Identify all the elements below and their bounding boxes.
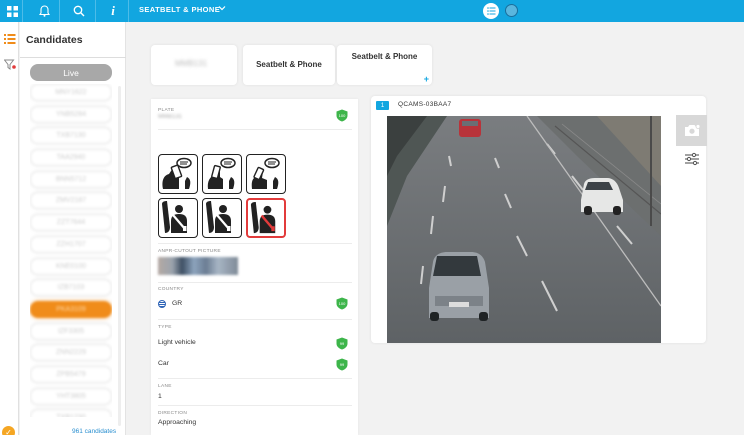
filter-icon[interactable] [4,59,16,71]
candidate-item[interactable]: ZNN2229 [30,344,112,362]
flag-icon [158,300,166,308]
tab-plate[interactable]: MMB131 [151,45,237,85]
tab-seatbelt-phone[interactable]: Seatbelt & Phone [243,45,335,85]
candidate-item[interactable]: ZZT7644 [30,214,112,232]
bell-icon[interactable] [36,3,52,19]
camera-panel: 1 QCAMS-03BAA7 [371,96,707,343]
confidence-shield-icon: 99 [336,358,348,371]
candidates-panel: Candidates Live MNY1622 YNB5284 TXB7130 TAA… [20,22,126,435]
candidate-item[interactable]: IZF3305 [30,322,112,340]
type-value-1: Light vehicle [158,339,196,346]
phone-hand-icon [246,154,286,194]
app-logo-icon: ✓ [2,426,15,435]
candidate-item[interactable]: ZZH1707 [30,235,112,253]
topbar-divider [128,0,129,22]
seatbelt-alert-icon [246,198,286,238]
sliders-icon[interactable] [684,152,700,166]
candidate-item[interactable]: TAA2940 [30,149,112,167]
candidate-item[interactable]: YHT3805 [30,387,112,405]
lane-value: 1 [158,393,162,400]
scrollbar[interactable] [118,86,121,426]
lane-label: LANE [158,384,172,389]
candidates-title: Candidates [26,34,83,46]
country-value: GR [172,300,183,307]
camera-image[interactable] [387,116,661,343]
camera-badge: 1 [376,101,389,110]
phone-hand-icon [202,154,242,194]
tab-label: Seatbelt & Phone [256,60,322,69]
plate-score: 100 [339,113,346,118]
seatbelt-icon [202,198,242,238]
type-score-1: 99 [340,341,345,346]
topbar-divider [22,0,23,22]
candidate-item[interactable]: ZMV2187 [30,192,112,210]
plate-value: MMB131 [158,114,183,120]
topbar-divider [59,0,60,22]
divider [158,319,352,320]
list-icon[interactable] [4,33,16,45]
candidate-item[interactable]: TXB1230 [30,409,112,417]
seatbelt-icon [158,198,198,238]
live-button[interactable]: Live [30,64,112,81]
candidate-item[interactable]: ZPB5479 [30,365,112,383]
left-icon-strip: ✓ [0,22,19,435]
info-icon[interactable]: i [105,3,121,19]
module-title[interactable]: SEATBELT & PHONE [139,5,220,14]
country-score: 100 [339,301,346,306]
list-view-button[interactable] [483,3,499,19]
globe-icon[interactable] [505,4,518,17]
cutout-label: ANPR-CUTOUT PICTURE [158,249,221,254]
direction-value: Approaching [158,419,197,426]
candidate-item[interactable]: TXB7130 [30,127,112,145]
tab-label: Seatbelt & Phone [351,52,418,61]
candidate-list: MNY1622 YNB5284 TXB7130 TAA2940 BNN5712 ZMV21… [30,84,112,417]
candidate-item[interactable]: BNN5712 [30,170,112,188]
candidate-item-active[interactable]: PKA3109 [30,300,112,318]
camera-add-icon[interactable] [676,115,707,146]
camera-name: QCAMS-03BAA7 [398,101,452,108]
candidate-item[interactable]: IZB7103 [30,279,112,297]
search-icon[interactable] [71,3,87,19]
anpr-cutout-image [158,257,238,275]
confidence-shield-icon: 100 [336,109,348,122]
candidate-item[interactable]: YNB5284 [30,105,112,123]
phone-hand-icon [158,154,198,194]
divider [158,378,352,379]
direction-label: DIRECTION [158,411,188,416]
type-score-2: 99 [340,362,345,367]
tab-seatbelt-phone-active[interactable]: Seatbelt & Phone + [337,45,432,85]
candidates-count[interactable]: 961 candidates [72,428,116,435]
top-bar: i SEATBELT & PHONE [0,0,744,22]
list-icon [486,7,495,15]
detail-panel: PLATE MMB131 100 ANPR-CUTOUT PICTURE COU… [151,99,358,435]
divider [158,405,352,406]
topbar-divider [95,0,96,22]
plate-label: PLATE [158,108,175,113]
country-label: COUNTRY [158,287,184,292]
confidence-shield-icon: 100 [336,297,348,310]
type-value-2: Car [158,360,169,367]
candidate-item[interactable]: MNY1622 [30,84,112,101]
divider [158,282,352,283]
divider [158,129,352,130]
type-label: TYPE [158,325,172,330]
divider [158,243,352,244]
tab-plate-label: MMB131 [175,59,208,68]
chevron-down-icon[interactable] [218,4,226,14]
candidate-item[interactable]: KNE0100 [30,257,112,275]
grid-icon[interactable] [4,3,20,19]
confidence-shield-icon: 99 [336,337,348,350]
divider [20,57,126,58]
add-tab-button[interactable]: + [424,74,429,84]
